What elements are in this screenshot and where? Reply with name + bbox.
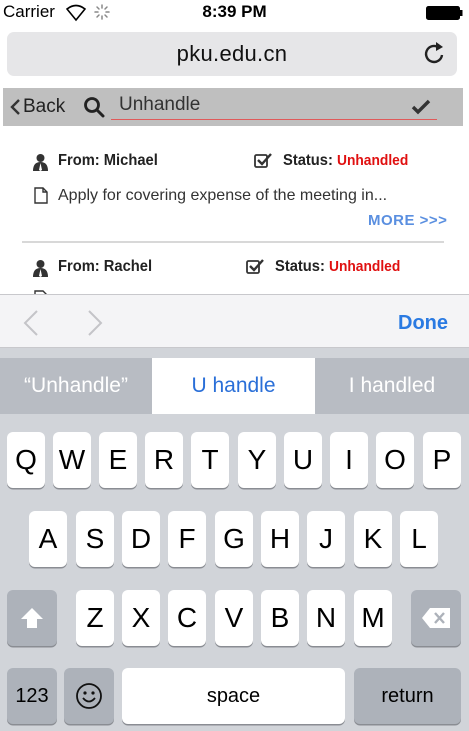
address-bar[interactable]: pku.edu.cn xyxy=(7,32,457,76)
key-s[interactable]: S xyxy=(76,511,114,567)
clock-time: 8:39 PM xyxy=(202,2,267,21)
key-t[interactable]: T xyxy=(191,432,229,488)
url-text[interactable]: pku.edu.cn xyxy=(7,41,457,67)
shift-key[interactable] xyxy=(7,590,57,646)
status-bar: Carrier 8:39 PM xyxy=(0,0,469,26)
emoji-icon xyxy=(76,683,102,709)
search-icon[interactable] xyxy=(83,96,105,118)
key-z[interactable]: Z xyxy=(76,590,114,646)
back-button[interactable]: Back xyxy=(9,94,65,120)
key-a[interactable]: A xyxy=(29,511,67,567)
chevron-left-icon[interactable] xyxy=(22,309,40,337)
message-list: From: Michael Status: Unhandled Apply fo… xyxy=(0,126,469,294)
key-l[interactable]: L xyxy=(400,511,438,567)
back-label: Back xyxy=(23,96,66,117)
battery-icon xyxy=(426,6,463,20)
status-label: Status: xyxy=(283,152,337,169)
message-sender: From: Michael xyxy=(58,152,158,169)
key-u[interactable]: U xyxy=(284,432,322,488)
message-sender: From: Rachel xyxy=(58,258,153,275)
message-description: Apply for covering expense of the meetin… xyxy=(58,187,388,204)
key-e[interactable]: E xyxy=(99,432,137,488)
status-badge: Unhandled xyxy=(328,258,401,275)
key-p[interactable]: P xyxy=(423,432,461,488)
key-i[interactable]: I xyxy=(330,432,368,488)
return-key[interactable]: return xyxy=(354,668,461,724)
backspace-icon xyxy=(422,608,450,628)
checkmark-icon[interactable] xyxy=(411,98,431,116)
key-n[interactable]: N xyxy=(307,590,345,646)
chevron-right-icon[interactable] xyxy=(86,309,104,337)
numbers-key[interactable]: 123 xyxy=(7,668,57,724)
chevron-left-icon xyxy=(10,99,20,115)
divider xyxy=(22,241,444,243)
key-q[interactable]: Q xyxy=(7,432,45,488)
person-icon xyxy=(33,260,48,277)
suggestion-2[interactable]: U handle xyxy=(152,358,315,414)
key-b[interactable]: B xyxy=(261,590,299,646)
key-y[interactable]: Y xyxy=(238,432,276,488)
status-text: Status: Unhandled xyxy=(275,258,400,276)
suggestion-3[interactable]: I handled xyxy=(315,358,469,414)
key-m[interactable]: M xyxy=(354,590,392,646)
key-j[interactable]: J xyxy=(307,511,345,567)
space-key[interactable]: space xyxy=(122,668,345,724)
key-f[interactable]: F xyxy=(168,511,206,567)
status-label: Status: xyxy=(275,258,329,275)
delete-key[interactable] xyxy=(411,590,461,646)
key-v[interactable]: V xyxy=(215,590,253,646)
key-h[interactable]: H xyxy=(261,511,299,567)
checkbox-icon xyxy=(254,153,272,168)
person-icon xyxy=(33,154,48,171)
document-icon xyxy=(34,187,48,204)
status-badge: Unhandled xyxy=(336,152,409,169)
keyboard-accessory-bar: Done xyxy=(0,294,469,348)
status-text: Status: Unhandled xyxy=(283,152,408,170)
key-d[interactable]: D xyxy=(122,511,160,567)
key-k[interactable]: K xyxy=(354,511,392,567)
keyboard: “Unhandle” U handle I handled Q W E R T … xyxy=(0,348,469,731)
shift-icon xyxy=(21,608,43,628)
emoji-key[interactable] xyxy=(64,668,114,724)
key-o[interactable]: O xyxy=(376,432,414,488)
checkbox-icon xyxy=(246,259,264,274)
key-w[interactable]: W xyxy=(53,432,91,488)
key-g[interactable]: G xyxy=(215,511,253,567)
reload-icon[interactable] xyxy=(423,41,447,67)
done-button[interactable]: Done xyxy=(398,312,448,335)
key-c[interactable]: C xyxy=(168,590,206,646)
search-input[interactable] xyxy=(111,90,437,120)
key-r[interactable]: R xyxy=(145,432,183,488)
suggestion-1[interactable]: “Unhandle” xyxy=(0,358,152,414)
search-toolbar: Back xyxy=(3,88,463,126)
key-x[interactable]: X xyxy=(122,590,160,646)
more-link[interactable]: MORE >>> xyxy=(368,212,447,229)
